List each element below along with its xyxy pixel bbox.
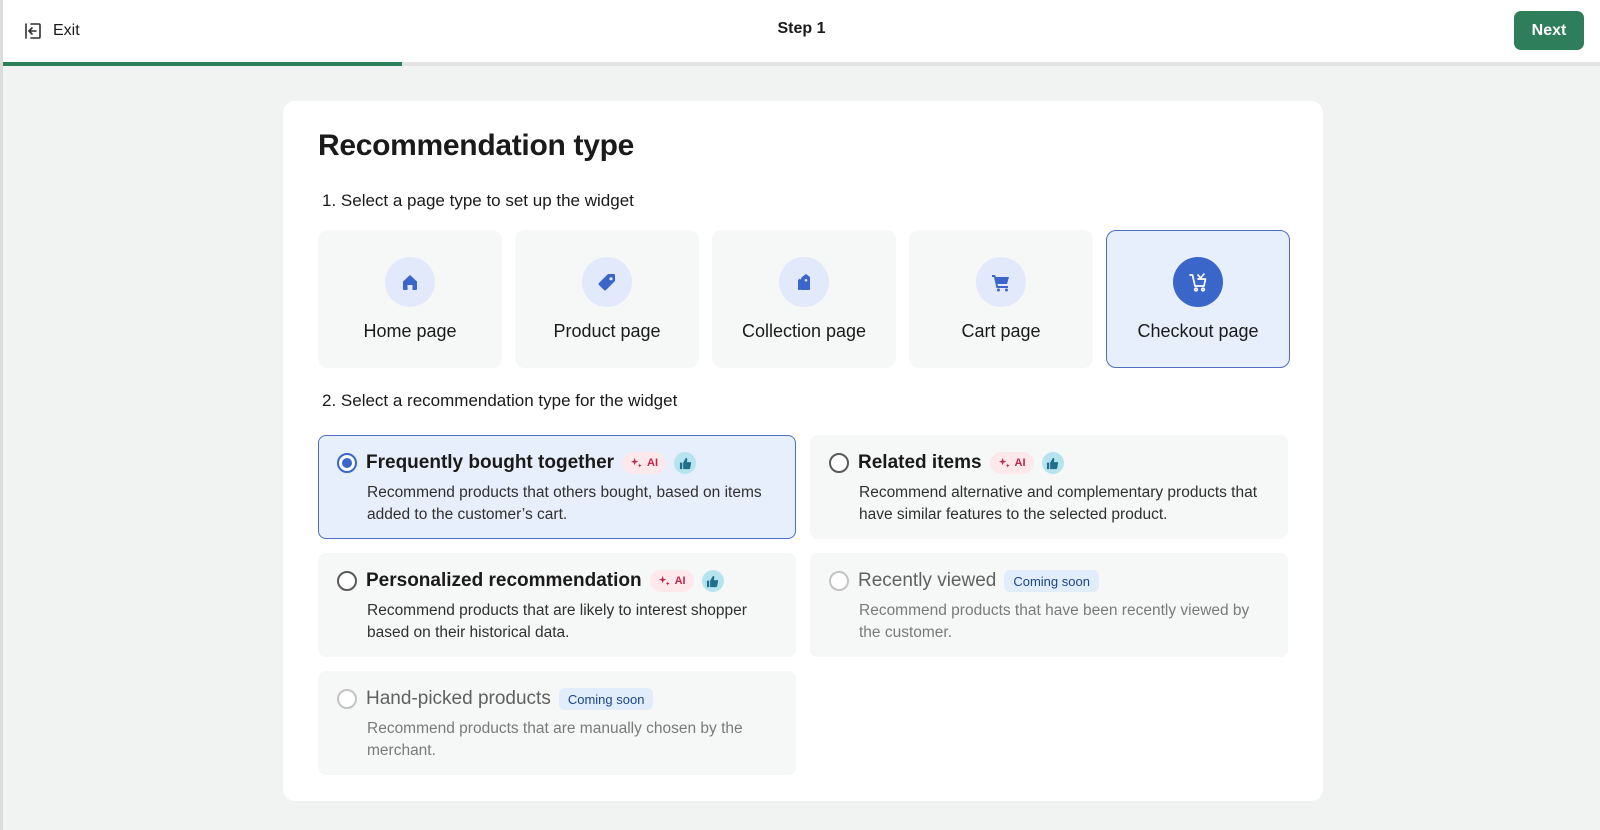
rec-title-row: Frequently bought together AI — [366, 450, 697, 476]
rec-description: Recommend products that others bought, b… — [367, 484, 762, 523]
page-type-product[interactable]: Product page — [515, 230, 699, 368]
ai-badge: AI — [622, 452, 667, 474]
icon-circle — [1173, 257, 1223, 307]
radio-button[interactable] — [829, 453, 849, 473]
sparkle-icon — [630, 457, 642, 468]
page-type-collection[interactable]: Collection page — [712, 230, 896, 368]
rec-title: Hand-picked products — [366, 688, 551, 709]
radio-button[interactable] — [829, 571, 849, 591]
thumbs-up-icon — [679, 457, 691, 469]
rec-title-row: Related items AI — [858, 450, 1064, 476]
rec-option-frequently-bought-together[interactable]: Frequently bought together AI Recommend … — [318, 435, 796, 539]
thumbs-up-badge — [674, 452, 697, 474]
cart-icon — [992, 275, 1009, 292]
home-icon — [403, 275, 417, 290]
step-title: Step 1 — [777, 20, 826, 37]
progress-bar — [3, 62, 1600, 66]
ai-badge: AI — [989, 452, 1034, 474]
page-type-home[interactable]: Home page — [318, 230, 502, 368]
next-button[interactable]: Next — [1514, 11, 1584, 50]
icon-circle — [976, 257, 1026, 307]
rec-description: Recommend products that are manually cho… — [367, 720, 743, 759]
rec-option-hand-picked-products[interactable]: Hand-picked products Coming soon Recomme… — [318, 671, 796, 775]
rec-option-related-items[interactable]: Related items AI Recommend alternative a… — [810, 435, 1288, 539]
rec-description: Recommend alternative and complementary … — [859, 484, 1258, 523]
icon-circle — [582, 257, 632, 307]
rec-option-recently-viewed[interactable]: Recently viewed Coming soon Recommend pr… — [810, 553, 1288, 657]
page-type-checkout[interactable]: Checkout page — [1106, 230, 1290, 368]
page-type-label: Product page — [553, 321, 661, 341]
page-type-label: Home page — [363, 321, 457, 341]
section2-label: 2. Select a recommendation type for the … — [322, 391, 678, 410]
thumbs-up-icon — [707, 575, 719, 587]
icon-circle — [385, 257, 435, 307]
thumbs-up-badge — [701, 570, 724, 592]
radio-button[interactable] — [337, 689, 357, 709]
exit-button[interactable]: Exit — [23, 19, 80, 43]
section1-label: 1. Select a page type to set up the widg… — [322, 191, 634, 210]
recommendation-card: Recommendation type 1. Select a page typ… — [283, 101, 1323, 801]
rec-title: Personalized recommendation — [366, 570, 642, 591]
rec-title-row: Hand-picked products Coming soon — [366, 686, 654, 712]
page-type-list: Home page Product page Collection page C… — [318, 230, 1290, 368]
rec-description: Recommend products that are likely to in… — [367, 602, 747, 641]
checkout-cart-icon — [1189, 273, 1207, 292]
ai-badge: AI — [649, 570, 694, 592]
top-bar: Exit Step 1 Next — [3, 0, 1600, 62]
ai-badge-label: AI — [647, 457, 659, 469]
rec-title: Recently viewed — [858, 570, 997, 591]
exit-icon — [25, 23, 41, 39]
rec-title: Related items — [858, 452, 982, 473]
radio-button[interactable] — [337, 571, 357, 591]
page-type-label: Collection page — [741, 321, 867, 341]
rec-option-personalized-recommendation[interactable]: Personalized recommendation AI Recommend… — [318, 553, 796, 657]
icon-circle — [779, 257, 829, 307]
coming-soon-badge: Coming soon — [1004, 570, 1099, 592]
page-type-cart[interactable]: Cart page — [909, 230, 1093, 368]
sparkle-icon — [998, 457, 1010, 468]
tag-icon — [598, 274, 615, 291]
sparkle-icon — [658, 575, 670, 586]
thumbs-up-badge — [1041, 452, 1064, 474]
page-type-label: Cart page — [961, 321, 1041, 341]
radio-button[interactable] — [337, 453, 357, 473]
progress-bar-fill — [3, 62, 403, 66]
window-left-edge — [0, 0, 3, 830]
rec-title-row: Personalized recommendation AI — [366, 568, 724, 594]
exit-label: Exit — [53, 22, 80, 39]
thumbs-up-icon — [1046, 457, 1059, 469]
rec-title: Frequently bought together — [366, 452, 615, 473]
page-title: Recommendation type — [318, 129, 635, 162]
rec-description: Recommend products that have been recent… — [859, 602, 1250, 641]
coming-soon-badge: Coming soon — [558, 688, 654, 710]
ai-badge-label: AI — [674, 575, 686, 587]
ai-badge-label: AI — [1014, 457, 1026, 469]
page-type-label: Checkout page — [1137, 321, 1259, 341]
rec-title-row: Recently viewed Coming soon — [858, 568, 1099, 594]
collection-tags-icon — [798, 274, 810, 290]
